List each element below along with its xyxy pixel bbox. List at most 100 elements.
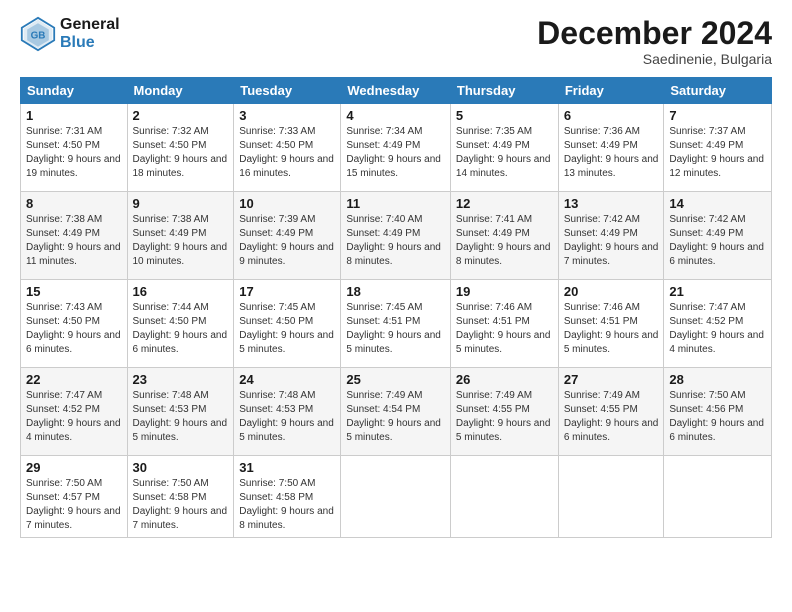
table-row: 7 Sunrise: 7:37 AM Sunset: 4:49 PM Dayli… <box>664 104 772 192</box>
day-info: Sunrise: 7:48 AM Sunset: 4:53 PM Dayligh… <box>239 389 335 445</box>
day-info: Sunrise: 7:38 AM Sunset: 4:49 PM Dayligh… <box>133 213 229 269</box>
table-row: 9 Sunrise: 7:38 AM Sunset: 4:49 PM Dayli… <box>127 192 234 280</box>
day-info: Sunrise: 7:45 AM Sunset: 4:51 PM Dayligh… <box>346 301 445 357</box>
table-row: 12 Sunrise: 7:41 AM Sunset: 4:49 PM Dayl… <box>450 192 558 280</box>
day-number: 16 <box>133 284 229 299</box>
day-info: Sunrise: 7:45 AM Sunset: 4:50 PM Dayligh… <box>239 301 335 357</box>
day-info: Sunrise: 7:47 AM Sunset: 4:52 PM Dayligh… <box>669 301 766 357</box>
table-row: 13 Sunrise: 7:42 AM Sunset: 4:49 PM Dayl… <box>558 192 664 280</box>
day-info: Sunrise: 7:34 AM Sunset: 4:49 PM Dayligh… <box>346 125 445 181</box>
day-number: 22 <box>26 372 122 387</box>
day-info: Sunrise: 7:47 AM Sunset: 4:52 PM Dayligh… <box>26 389 122 445</box>
table-row: 5 Sunrise: 7:35 AM Sunset: 4:49 PM Dayli… <box>450 104 558 192</box>
day-number: 28 <box>669 372 766 387</box>
table-row: 3 Sunrise: 7:33 AM Sunset: 4:50 PM Dayli… <box>234 104 341 192</box>
day-number: 17 <box>239 284 335 299</box>
day-info: Sunrise: 7:44 AM Sunset: 4:50 PM Dayligh… <box>133 301 229 357</box>
day-number: 18 <box>346 284 445 299</box>
day-info: Sunrise: 7:33 AM Sunset: 4:50 PM Dayligh… <box>239 125 335 181</box>
day-info: Sunrise: 7:38 AM Sunset: 4:49 PM Dayligh… <box>26 213 122 269</box>
day-info: Sunrise: 7:40 AM Sunset: 4:49 PM Dayligh… <box>346 213 445 269</box>
day-number: 9 <box>133 196 229 211</box>
table-row <box>450 456 558 538</box>
table-row: 25 Sunrise: 7:49 AM Sunset: 4:54 PM Dayl… <box>341 368 451 456</box>
table-row: 28 Sunrise: 7:50 AM Sunset: 4:56 PM Dayl… <box>664 368 772 456</box>
day-number: 21 <box>669 284 766 299</box>
title-block: December 2024 Saedinenie, Bulgaria <box>537 16 772 67</box>
table-row: 2 Sunrise: 7:32 AM Sunset: 4:50 PM Dayli… <box>127 104 234 192</box>
day-info: Sunrise: 7:50 AM Sunset: 4:58 PM Dayligh… <box>239 477 335 533</box>
day-number: 25 <box>346 372 445 387</box>
table-row <box>664 456 772 538</box>
table-row: 24 Sunrise: 7:48 AM Sunset: 4:53 PM Dayl… <box>234 368 341 456</box>
table-row: 4 Sunrise: 7:34 AM Sunset: 4:49 PM Dayli… <box>341 104 451 192</box>
col-thursday: Thursday <box>450 78 558 104</box>
calendar-header-row: Sunday Monday Tuesday Wednesday Thursday… <box>21 78 772 104</box>
table-row: 14 Sunrise: 7:42 AM Sunset: 4:49 PM Dayl… <box>664 192 772 280</box>
table-row: 18 Sunrise: 7:45 AM Sunset: 4:51 PM Dayl… <box>341 280 451 368</box>
day-number: 31 <box>239 460 335 475</box>
month-title: December 2024 <box>537 16 772 51</box>
header: GB General Blue December 2024 Saedinenie… <box>20 16 772 67</box>
table-row: 6 Sunrise: 7:36 AM Sunset: 4:49 PM Dayli… <box>558 104 664 192</box>
day-number: 4 <box>346 108 445 123</box>
day-number: 26 <box>456 372 553 387</box>
day-info: Sunrise: 7:32 AM Sunset: 4:50 PM Dayligh… <box>133 125 229 181</box>
col-sunday: Sunday <box>21 78 128 104</box>
col-monday: Monday <box>127 78 234 104</box>
day-info: Sunrise: 7:35 AM Sunset: 4:49 PM Dayligh… <box>456 125 553 181</box>
day-info: Sunrise: 7:49 AM Sunset: 4:54 PM Dayligh… <box>346 389 445 445</box>
day-number: 24 <box>239 372 335 387</box>
day-number: 3 <box>239 108 335 123</box>
table-row: 20 Sunrise: 7:46 AM Sunset: 4:51 PM Dayl… <box>558 280 664 368</box>
day-number: 6 <box>564 108 659 123</box>
day-number: 29 <box>26 460 122 475</box>
table-row <box>341 456 451 538</box>
table-row: 29 Sunrise: 7:50 AM Sunset: 4:57 PM Dayl… <box>21 456 128 538</box>
day-info: Sunrise: 7:42 AM Sunset: 4:49 PM Dayligh… <box>564 213 659 269</box>
day-number: 30 <box>133 460 229 475</box>
location: Saedinenie, Bulgaria <box>537 51 772 67</box>
col-friday: Friday <box>558 78 664 104</box>
day-info: Sunrise: 7:42 AM Sunset: 4:49 PM Dayligh… <box>669 213 766 269</box>
day-number: 15 <box>26 284 122 299</box>
logo-blue: Blue <box>60 34 120 52</box>
table-row: 23 Sunrise: 7:48 AM Sunset: 4:53 PM Dayl… <box>127 368 234 456</box>
day-info: Sunrise: 7:36 AM Sunset: 4:49 PM Dayligh… <box>564 125 659 181</box>
logo-text: General Blue <box>60 16 120 51</box>
day-info: Sunrise: 7:39 AM Sunset: 4:49 PM Dayligh… <box>239 213 335 269</box>
day-number: 27 <box>564 372 659 387</box>
day-number: 1 <box>26 108 122 123</box>
day-number: 12 <box>456 196 553 211</box>
table-row: 10 Sunrise: 7:39 AM Sunset: 4:49 PM Dayl… <box>234 192 341 280</box>
table-row: 21 Sunrise: 7:47 AM Sunset: 4:52 PM Dayl… <box>664 280 772 368</box>
day-number: 20 <box>564 284 659 299</box>
table-row <box>558 456 664 538</box>
page: GB General Blue December 2024 Saedinenie… <box>0 0 792 612</box>
table-row: 26 Sunrise: 7:49 AM Sunset: 4:55 PM Dayl… <box>450 368 558 456</box>
logo: GB General Blue <box>20 16 120 52</box>
day-info: Sunrise: 7:50 AM Sunset: 4:58 PM Dayligh… <box>133 477 229 533</box>
day-info: Sunrise: 7:41 AM Sunset: 4:49 PM Dayligh… <box>456 213 553 269</box>
day-info: Sunrise: 7:31 AM Sunset: 4:50 PM Dayligh… <box>26 125 122 181</box>
day-number: 5 <box>456 108 553 123</box>
calendar: Sunday Monday Tuesday Wednesday Thursday… <box>20 77 772 538</box>
table-row: 15 Sunrise: 7:43 AM Sunset: 4:50 PM Dayl… <box>21 280 128 368</box>
day-info: Sunrise: 7:37 AM Sunset: 4:49 PM Dayligh… <box>669 125 766 181</box>
table-row: 22 Sunrise: 7:47 AM Sunset: 4:52 PM Dayl… <box>21 368 128 456</box>
day-info: Sunrise: 7:50 AM Sunset: 4:57 PM Dayligh… <box>26 477 122 533</box>
col-wednesday: Wednesday <box>341 78 451 104</box>
table-row: 17 Sunrise: 7:45 AM Sunset: 4:50 PM Dayl… <box>234 280 341 368</box>
day-number: 2 <box>133 108 229 123</box>
table-row: 16 Sunrise: 7:44 AM Sunset: 4:50 PM Dayl… <box>127 280 234 368</box>
day-info: Sunrise: 7:46 AM Sunset: 4:51 PM Dayligh… <box>456 301 553 357</box>
col-saturday: Saturday <box>664 78 772 104</box>
table-row: 1 Sunrise: 7:31 AM Sunset: 4:50 PM Dayli… <box>21 104 128 192</box>
day-info: Sunrise: 7:48 AM Sunset: 4:53 PM Dayligh… <box>133 389 229 445</box>
day-number: 13 <box>564 196 659 211</box>
table-row: 30 Sunrise: 7:50 AM Sunset: 4:58 PM Dayl… <box>127 456 234 538</box>
table-row: 27 Sunrise: 7:49 AM Sunset: 4:55 PM Dayl… <box>558 368 664 456</box>
table-row: 19 Sunrise: 7:46 AM Sunset: 4:51 PM Dayl… <box>450 280 558 368</box>
table-row: 31 Sunrise: 7:50 AM Sunset: 4:58 PM Dayl… <box>234 456 341 538</box>
day-info: Sunrise: 7:46 AM Sunset: 4:51 PM Dayligh… <box>564 301 659 357</box>
